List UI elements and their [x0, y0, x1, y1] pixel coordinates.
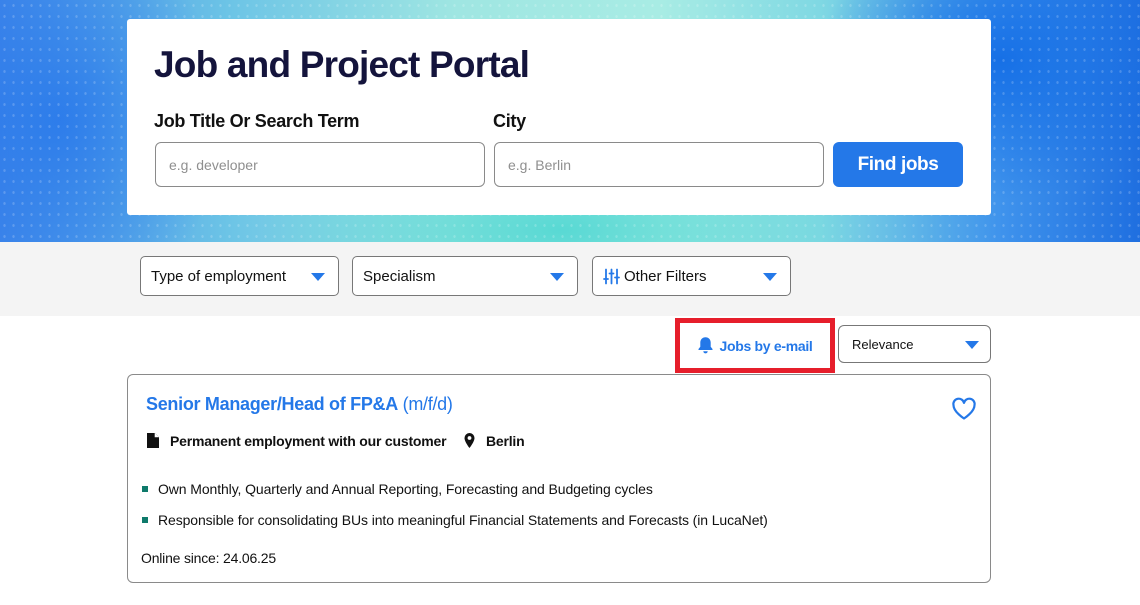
search-card: Job and Project Portal Job Title Or Sear… — [127, 19, 991, 215]
other-filters-label: Other Filters — [624, 267, 707, 285]
filter-bar: Type of employment Specialism Other Filt… — [0, 242, 1140, 316]
location-text: Berlin — [486, 432, 525, 449]
document-icon — [147, 433, 159, 448]
chevron-down-icon — [311, 273, 325, 281]
location-pin-icon — [464, 433, 475, 448]
highlight-text: Responsible for consolidating BUs into m… — [158, 512, 768, 528]
other-filters-dropdown[interactable]: Other Filters — [592, 256, 791, 296]
chevron-down-icon — [763, 273, 777, 281]
specialism-label: Specialism — [363, 267, 436, 285]
location-meta: Berlin — [463, 432, 525, 449]
employment-type-label: Type of employment — [151, 267, 287, 285]
highlight-text: Own Monthly, Quarterly and Annual Report… — [158, 481, 653, 497]
list-item: Own Monthly, Quarterly and Annual Report… — [142, 481, 768, 512]
job-title-input[interactable] — [155, 142, 485, 187]
job-title-link[interactable]: Senior Manager/Head of FP&A (m/f/d) — [146, 394, 453, 415]
job-highlights-list: Own Monthly, Quarterly and Annual Report… — [142, 481, 768, 543]
chevron-down-icon — [550, 273, 564, 281]
jobs-by-email-button[interactable]: Jobs by e-mail — [675, 318, 835, 373]
sort-dropdown[interactable]: Relevance — [838, 325, 991, 363]
city-label: City — [493, 111, 526, 131]
list-item: Responsible for consolidating BUs into m… — [142, 512, 768, 543]
jobs-by-email-label: Jobs by e-mail — [719, 337, 813, 354]
heart-icon[interactable] — [951, 397, 977, 426]
sort-label: Relevance — [852, 336, 914, 352]
specialism-dropdown[interactable]: Specialism — [352, 256, 578, 296]
page-title: Job and Project Portal — [154, 44, 530, 85]
bullet-marker — [142, 517, 148, 523]
online-since: Online since: 24.06.25 — [141, 550, 276, 566]
job-title-text: Senior Manager/Head of FP&A — [146, 394, 398, 414]
bullet-marker — [142, 486, 148, 492]
employment-type-text: Permanent employment with our customer — [170, 432, 447, 449]
job-title-label: Job Title Or Search Term — [154, 111, 360, 131]
employment-type-meta: Permanent employment with our customer — [146, 432, 447, 449]
employment-type-dropdown[interactable]: Type of employment — [140, 256, 339, 296]
filter-sliders-icon — [603, 268, 620, 285]
bell-icon — [697, 336, 714, 355]
job-card[interactable]: Senior Manager/Head of FP&A (m/f/d) Perm… — [127, 374, 991, 583]
chevron-down-icon — [965, 341, 979, 349]
job-title-suffix: (m/f/d) — [402, 394, 453, 414]
find-jobs-button[interactable]: Find jobs — [833, 142, 963, 187]
city-input[interactable] — [494, 142, 824, 187]
